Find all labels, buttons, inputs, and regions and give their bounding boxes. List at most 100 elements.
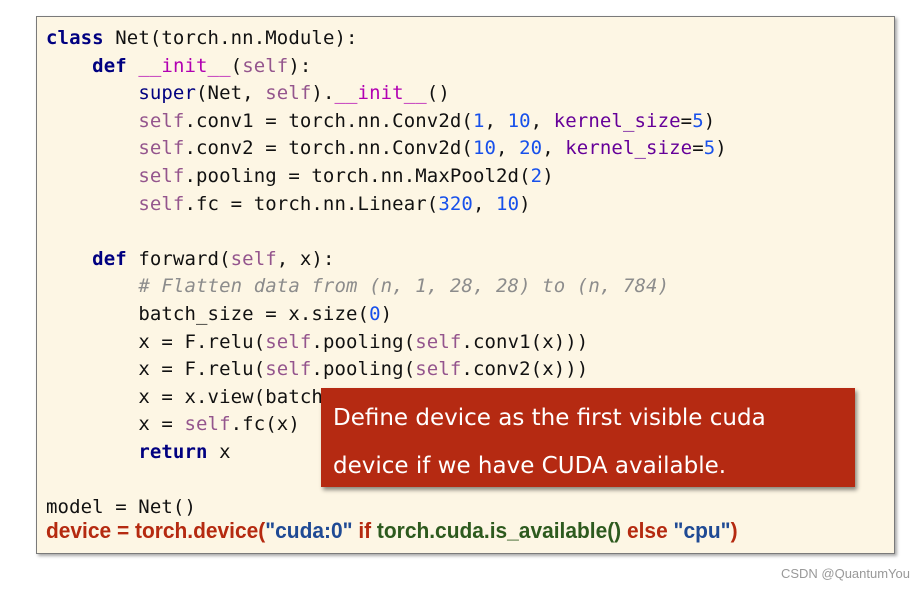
code-token: batch_size = x.size( (138, 302, 370, 325)
code-token: .conv2(x))) (461, 358, 589, 381)
code-token: = (680, 109, 693, 132)
code-token: model = Net() (46, 496, 197, 519)
code-token: ): (288, 54, 312, 77)
code-token: self (415, 330, 462, 353)
code-token: kernel_size (565, 137, 693, 160)
code-line: def __init__(self): (46, 53, 727, 81)
code-token: self (138, 137, 185, 160)
code-token: self (265, 330, 312, 353)
code-token: self (415, 358, 462, 381)
code-token: x = x.view(batch (138, 385, 323, 408)
code-token: class (46, 27, 104, 49)
code-token: , (484, 109, 508, 132)
code-token: ) (715, 137, 727, 160)
code-token: , (530, 109, 554, 132)
code-token: .fc(x) (230, 413, 300, 436)
code-token: self (138, 192, 185, 215)
code-token: # Flatten data from (n, 1, 28, 28) to (n… (138, 275, 670, 298)
code-token: .conv1 = torch.nn.Conv2d( (184, 109, 473, 132)
code-line: self.pooling = torch.nn.MaxPool2d(2) (46, 163, 727, 191)
device-token: else (621, 518, 674, 543)
code-token: (Net, (196, 82, 266, 105)
code-token: kernel_size (553, 109, 681, 132)
code-token: ). (311, 82, 335, 105)
code-token: .fc = torch.nn.Linear( (184, 192, 439, 215)
code-token: ) (380, 302, 393, 325)
device-token: ) (730, 518, 738, 543)
code-token: __init__ (138, 54, 231, 77)
callout-line-2: device if we have CUDA available. (333, 453, 727, 479)
code-line: self.conv1 = torch.nn.Conv2d(1, 10, kern… (46, 108, 727, 136)
code-line: super(Net, self).__init__() (46, 80, 727, 108)
callout-annotation: Define device as the first visible cuda … (321, 388, 855, 487)
code-token: , (542, 137, 566, 160)
code-token: x = (138, 413, 185, 436)
code-line: def forward(self, x): (46, 246, 727, 274)
code-token: self (230, 247, 277, 270)
code-token: forward( (126, 247, 231, 270)
code-line: self.conv2 = torch.nn.Conv2d(10, 20, ker… (46, 135, 727, 163)
code-token: .conv2 = torch.nn.Conv2d( (184, 137, 473, 160)
code-token: ) (703, 109, 716, 132)
device-token: device = torch.device( (46, 518, 266, 543)
device-token: if (352, 518, 377, 543)
code-token: Net(torch.nn.Module): (103, 27, 358, 49)
code-token: .pooling = torch.nn.MaxPool2d( (184, 164, 531, 187)
code-token: 10 (472, 137, 497, 160)
device-token: torch.cuda.is_available() (376, 518, 622, 543)
callout-line-1: Define device as the first visible cuda (333, 405, 766, 431)
code-token: 0 (369, 302, 381, 325)
device-token: "cpu" (673, 518, 731, 543)
code-token: 20 (519, 137, 543, 160)
code-token: self (265, 358, 312, 381)
code-line: x = F.relu(self.pooling(self.conv1(x))) (46, 329, 727, 357)
code-token: self (138, 164, 185, 187)
code-token: .pooling( (311, 330, 416, 353)
code-line: self.fc = torch.nn.Linear(320, 10) (46, 191, 727, 219)
code-token: def (92, 247, 127, 270)
code-token: ) (519, 192, 531, 215)
code-line: class Net(torch.nn.Module): (46, 25, 727, 53)
device-code-line: device = torch.device("cuda:0" if torch.… (46, 518, 738, 544)
code-token: 10 (496, 192, 520, 215)
watermark: CSDN @QuantumYou (780, 566, 910, 581)
code-token: 1 (472, 109, 485, 132)
code-token: self (184, 413, 231, 436)
code-token: x = F.relu( (138, 330, 266, 353)
code-token: 5 (692, 109, 704, 132)
code-token: x (207, 440, 231, 463)
code-token: self (242, 54, 289, 77)
code-line: batch_size = x.size(0) (46, 301, 727, 329)
code-token: .pooling( (311, 358, 416, 381)
code-token: 5 (703, 137, 716, 160)
code-token: () (426, 82, 450, 105)
code-token: 10 (507, 109, 531, 132)
code-token: ( (230, 54, 243, 77)
code-token: , (496, 137, 520, 160)
code-line: x = F.relu(self.pooling(self.conv2(x))) (46, 356, 727, 384)
code-token: .conv1(x))) (461, 330, 589, 353)
code-token: 320 (438, 192, 473, 215)
code-token: ) (542, 164, 554, 187)
code-token: __init__ (334, 82, 427, 105)
device-token: "cuda:0" (265, 518, 353, 543)
code-token: , x): (276, 247, 335, 270)
code-token: super (138, 82, 197, 105)
code-token: , (472, 192, 497, 215)
code-token: return (138, 440, 208, 463)
